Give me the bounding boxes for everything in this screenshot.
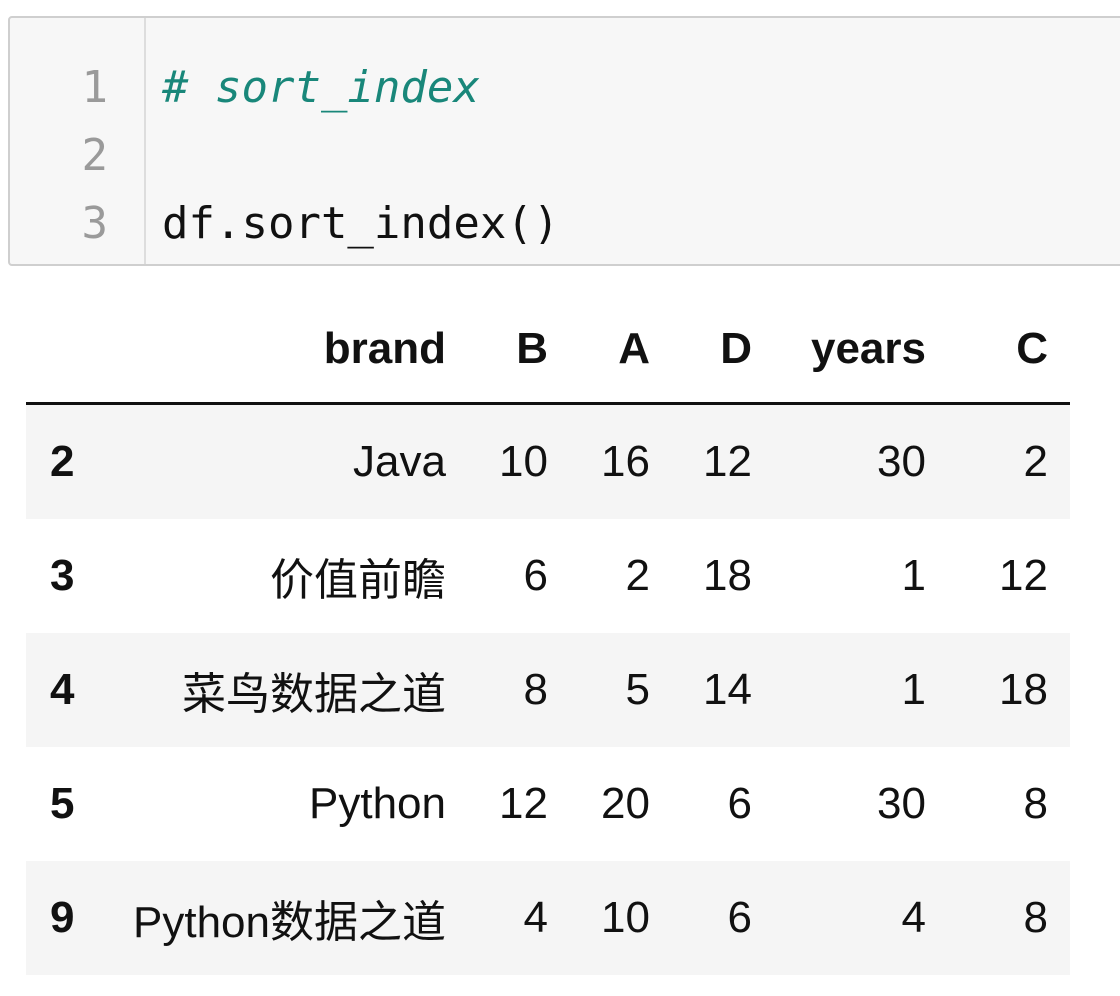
cell-c: 2 (1023, 437, 1048, 486)
index-header (26, 296, 98, 405)
row-index: 4 (50, 665, 75, 714)
cell-brand: 价值前瞻 (270, 556, 446, 605)
cell-brand: 菜鸟数据之道 (182, 670, 446, 719)
table-row: 3 价值前瞻 6 2 18 1 12 (26, 519, 1070, 633)
cell-brand: Python (309, 779, 446, 828)
cell-b: 6 (523, 551, 548, 600)
code-line-statement: df.sort_index() (162, 198, 560, 249)
code-line-comment: # sort_index (162, 62, 480, 113)
code-cell[interactable]: 1 2 3 # sort_index df.sort_index() (8, 16, 1120, 266)
table-row: 9 Python数据之道 4 10 6 4 8 (26, 861, 1070, 975)
cell-b: 8 (523, 665, 548, 714)
code-editor[interactable]: # sort_index df.sort_index() (146, 18, 559, 264)
column-header-a: A (570, 296, 672, 405)
cell-d: 14 (703, 665, 752, 714)
cell-brand: Python数据之道 (133, 898, 446, 947)
table-row: 2 Java 10 16 12 30 2 (26, 403, 1070, 519)
cell-d: 6 (727, 779, 752, 828)
cell-c: 18 (999, 665, 1048, 714)
cell-brand: Java (353, 437, 446, 486)
cell-a: 5 (625, 665, 650, 714)
cell-c: 12 (999, 551, 1048, 600)
output-area: brand B A D years C 2 Java 10 16 12 30 2… (26, 296, 1070, 975)
column-header-c: C (948, 296, 1070, 405)
table-row: 5 Python 12 20 6 30 8 (26, 747, 1070, 861)
cell-b: 4 (523, 893, 548, 942)
cell-b: 12 (499, 779, 548, 828)
line-number: 1 (81, 62, 109, 113)
cell-c: 8 (1023, 779, 1048, 828)
cell-years: 4 (901, 893, 926, 942)
cell-years: 1 (901, 551, 926, 600)
column-header-years: years (774, 296, 948, 405)
cell-d: 12 (703, 437, 752, 486)
row-index: 9 (50, 893, 75, 942)
dataframe-table: brand B A D years C 2 Java 10 16 12 30 2… (26, 296, 1070, 975)
row-index: 3 (50, 551, 75, 600)
column-header-brand: brand (98, 296, 468, 405)
cell-a: 2 (625, 551, 650, 600)
row-index: 2 (50, 437, 75, 486)
line-number: 2 (81, 130, 109, 181)
column-header-b: B (468, 296, 570, 405)
cell-years: 30 (877, 437, 926, 486)
cell-b: 10 (499, 437, 548, 486)
cell-a: 16 (601, 437, 650, 486)
cell-d: 18 (703, 551, 752, 600)
cell-a: 20 (601, 779, 650, 828)
line-number: 3 (81, 198, 109, 249)
cell-c: 8 (1023, 893, 1048, 942)
column-header-d: D (672, 296, 774, 405)
table-row: 4 菜鸟数据之道 8 5 14 1 18 (26, 633, 1070, 747)
row-index: 5 (50, 779, 75, 828)
line-number-gutter: 1 2 3 (10, 18, 146, 264)
cell-a: 10 (601, 893, 650, 942)
cell-years: 30 (877, 779, 926, 828)
cell-years: 1 (901, 665, 926, 714)
table-header-row: brand B A D years C (26, 296, 1070, 405)
cell-d: 6 (727, 893, 752, 942)
